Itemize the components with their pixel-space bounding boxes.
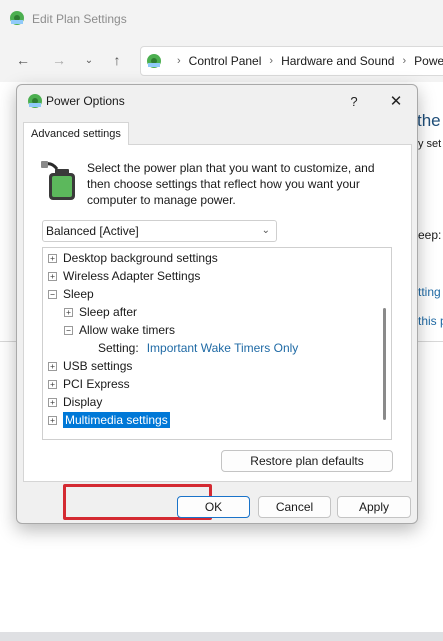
breadcrumb-power[interactable]: Powe [414,54,443,68]
tree-item-label: Wireless Adapter Settings [63,269,201,283]
tree-item[interactable]: + USB settings [48,357,132,375]
window-title: Edit Plan Settings [32,12,127,26]
tree-item[interactable]: − Sleep [48,285,94,303]
control-panel-icon [147,54,161,68]
chevron-right-icon: › [177,55,181,67]
tab-advanced-settings[interactable]: Advanced settings [23,122,129,145]
tree-item[interactable]: + Wireless Adapter Settings [48,267,200,285]
cancel-button[interactable]: Cancel [258,496,331,518]
power-options-icon [28,94,42,108]
dialog-titlebar: Power Options ? ✕ [17,85,417,117]
expand-icon[interactable]: + [48,397,57,407]
page-heading-fragment: the p [417,111,443,130]
battery-icon [41,161,75,200]
close-icon[interactable]: ✕ [385,90,407,112]
tree-item-label: Sleep after [79,305,138,319]
expand-icon[interactable]: + [48,415,57,425]
power-options-dialog: Power Options ? ✕ Advanced settings Sele… [16,84,418,524]
sleep-label-fragment: eep: [418,228,442,242]
tree-item-label: Display [63,395,103,409]
text-fragment: y set [418,138,442,150]
intro-text: Select the power plan that you want to c… [87,161,375,207]
tree-item-label: USB settings [63,359,133,373]
expand-icon[interactable]: + [48,253,57,263]
breadcrumb-hardware-and-sound[interactable]: Hardware and Sound [281,54,394,68]
tree-item-label: Multimedia settings [63,412,170,428]
tree-item[interactable]: + PCI Express [48,375,130,393]
back-arrow-icon[interactable]: ← [14,51,32,69]
tree-item[interactable]: Setting: Important Wake Timers Only [98,339,298,357]
tree-item[interactable]: + Sleep after [64,303,137,321]
tree-item[interactable]: + Desktop background settings [48,249,218,267]
tree-item-label: Allow wake timers [79,323,176,337]
power-plan-value: Balanced [Active] [46,224,139,238]
tree-item[interactable]: + Multimedia settings [48,411,170,429]
link-fragment[interactable]: this p [418,314,443,328]
power-plan-dropdown[interactable]: Balanced [Active] ⌄ [42,220,277,242]
expand-icon[interactable]: + [48,361,57,371]
tree-item-label: Desktop background settings [63,251,218,265]
expand-icon[interactable]: + [48,271,57,281]
forward-arrow-icon[interactable]: → [50,51,68,69]
up-arrow-icon[interactable]: ↑ [108,51,126,69]
chevron-down-icon[interactable]: ⌄ [80,51,98,69]
help-icon[interactable]: ? [343,90,365,112]
window-titlebar: Edit Plan Settings [0,0,443,38]
taskbar-edge [0,632,443,641]
tree-item-label: Sleep [63,287,94,301]
link-fragment[interactable]: tting [418,285,441,299]
chevron-down-icon: ⌄ [261,225,270,236]
setting-value[interactable]: Important Wake Timers Only [147,341,299,355]
control-panel-icon [10,11,24,25]
tree-item[interactable]: − Allow wake timers [64,321,175,339]
chevron-right-icon: › [269,55,274,67]
scrollbar[interactable] [383,308,386,420]
chevron-right-icon: › [402,55,407,67]
navigation-bar: ← → ⌄ ↑ › Control Panel › Hardware and S… [0,38,443,82]
divider [418,341,443,342]
tree-item-label: Setting: [98,341,139,355]
dialog-title: Power Options [46,94,125,108]
address-bar[interactable]: › Control Panel › Hardware and Sound › P… [140,46,443,76]
collapse-icon[interactable]: − [64,325,73,335]
expand-icon[interactable]: + [48,379,57,389]
breadcrumb-control-panel[interactable]: Control Panel [189,54,262,68]
tree-item-label: PCI Express [63,377,130,391]
collapse-icon[interactable]: − [48,289,57,299]
ok-button[interactable]: OK [177,496,250,518]
apply-button[interactable]: Apply [337,496,411,518]
settings-tree[interactable]: + Desktop background settings + Wireless Ad… [42,247,392,440]
tree-item[interactable]: + Display [48,393,102,411]
restore-plan-defaults-button[interactable]: Restore plan defaults [221,450,393,472]
expand-icon[interactable]: + [64,307,73,317]
